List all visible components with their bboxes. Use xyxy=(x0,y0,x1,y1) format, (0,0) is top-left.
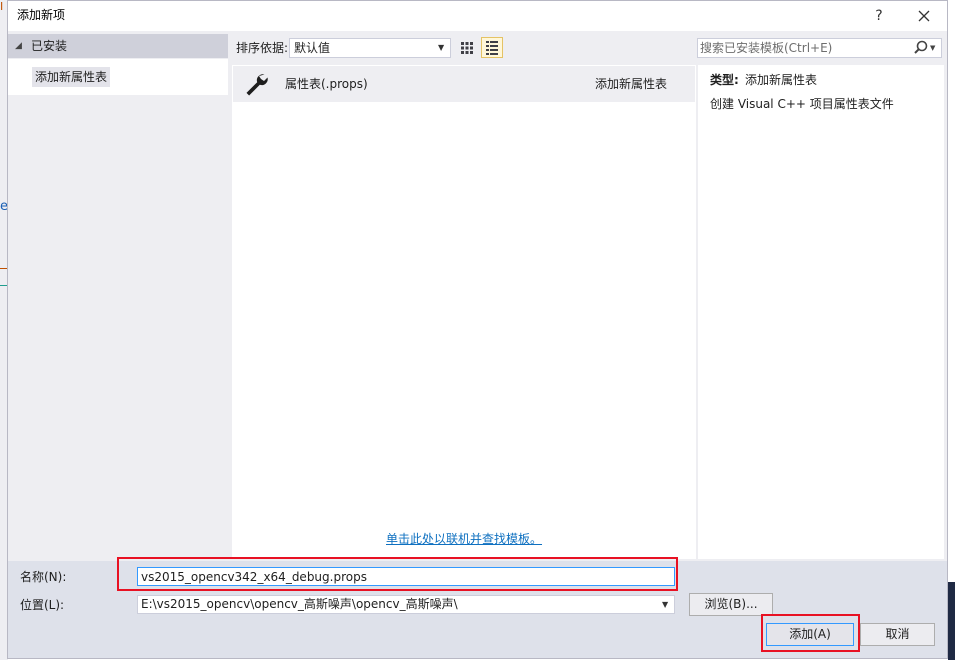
chevron-down-icon: ▼ xyxy=(438,43,445,52)
wrench-icon xyxy=(243,71,269,97)
chevron-down-icon: ▼ xyxy=(662,600,669,609)
expand-arrow-icon[interactable]: ◢ xyxy=(15,39,27,53)
background-editor-glyph: I xyxy=(0,0,4,13)
cancel-button[interactable]: 取消 xyxy=(860,623,935,646)
template-category-tree xyxy=(8,33,228,557)
background-window-edge xyxy=(948,582,955,660)
info-description: 创建 Visual C++ 项目属性表文件 xyxy=(710,97,894,111)
info-type-value: 添加新属性表 xyxy=(745,73,818,87)
location-value: E:\vs2015_opencv\opencv_高斯噪声\opencv_高斯噪声… xyxy=(141,597,458,611)
search-icon[interactable] xyxy=(912,38,930,58)
list-view-icon xyxy=(486,41,498,55)
close-button[interactable] xyxy=(905,4,943,28)
sort-dropdown-value: 默认值 xyxy=(294,41,331,55)
highlight-add-button xyxy=(761,614,860,652)
grid-view-icon xyxy=(461,42,473,54)
close-icon xyxy=(918,10,930,22)
grid-view-button[interactable] xyxy=(457,37,477,58)
tree-item-add-property-sheet[interactable]: 添加新属性表 xyxy=(32,67,111,87)
template-info-panel xyxy=(698,65,944,559)
search-options-chevron-icon[interactable]: ▼ xyxy=(930,39,940,57)
location-label: 位置(L): xyxy=(20,598,65,612)
list-view-button[interactable] xyxy=(481,37,503,58)
template-name: 属性表(.props) xyxy=(285,77,368,91)
sort-label: 排序依据: xyxy=(236,41,289,55)
search-input[interactable] xyxy=(700,39,905,57)
tree-section-label: 已安装 xyxy=(31,39,68,53)
dialog-titlebar xyxy=(8,1,947,31)
template-list xyxy=(232,65,696,559)
dialog-title: 添加新项 xyxy=(17,8,66,22)
background-editor-glyph: e xyxy=(0,199,7,214)
online-templates-link[interactable]: 单击此处以联机并查找模板。 xyxy=(386,530,542,548)
template-category: 添加新属性表 xyxy=(595,77,668,91)
name-label: 名称(N): xyxy=(20,570,67,584)
highlight-name-field xyxy=(117,557,678,591)
browse-button[interactable]: 浏览(B)... xyxy=(689,593,773,616)
help-button[interactable]: ? xyxy=(865,4,893,28)
info-type-label: 类型: xyxy=(710,73,739,87)
